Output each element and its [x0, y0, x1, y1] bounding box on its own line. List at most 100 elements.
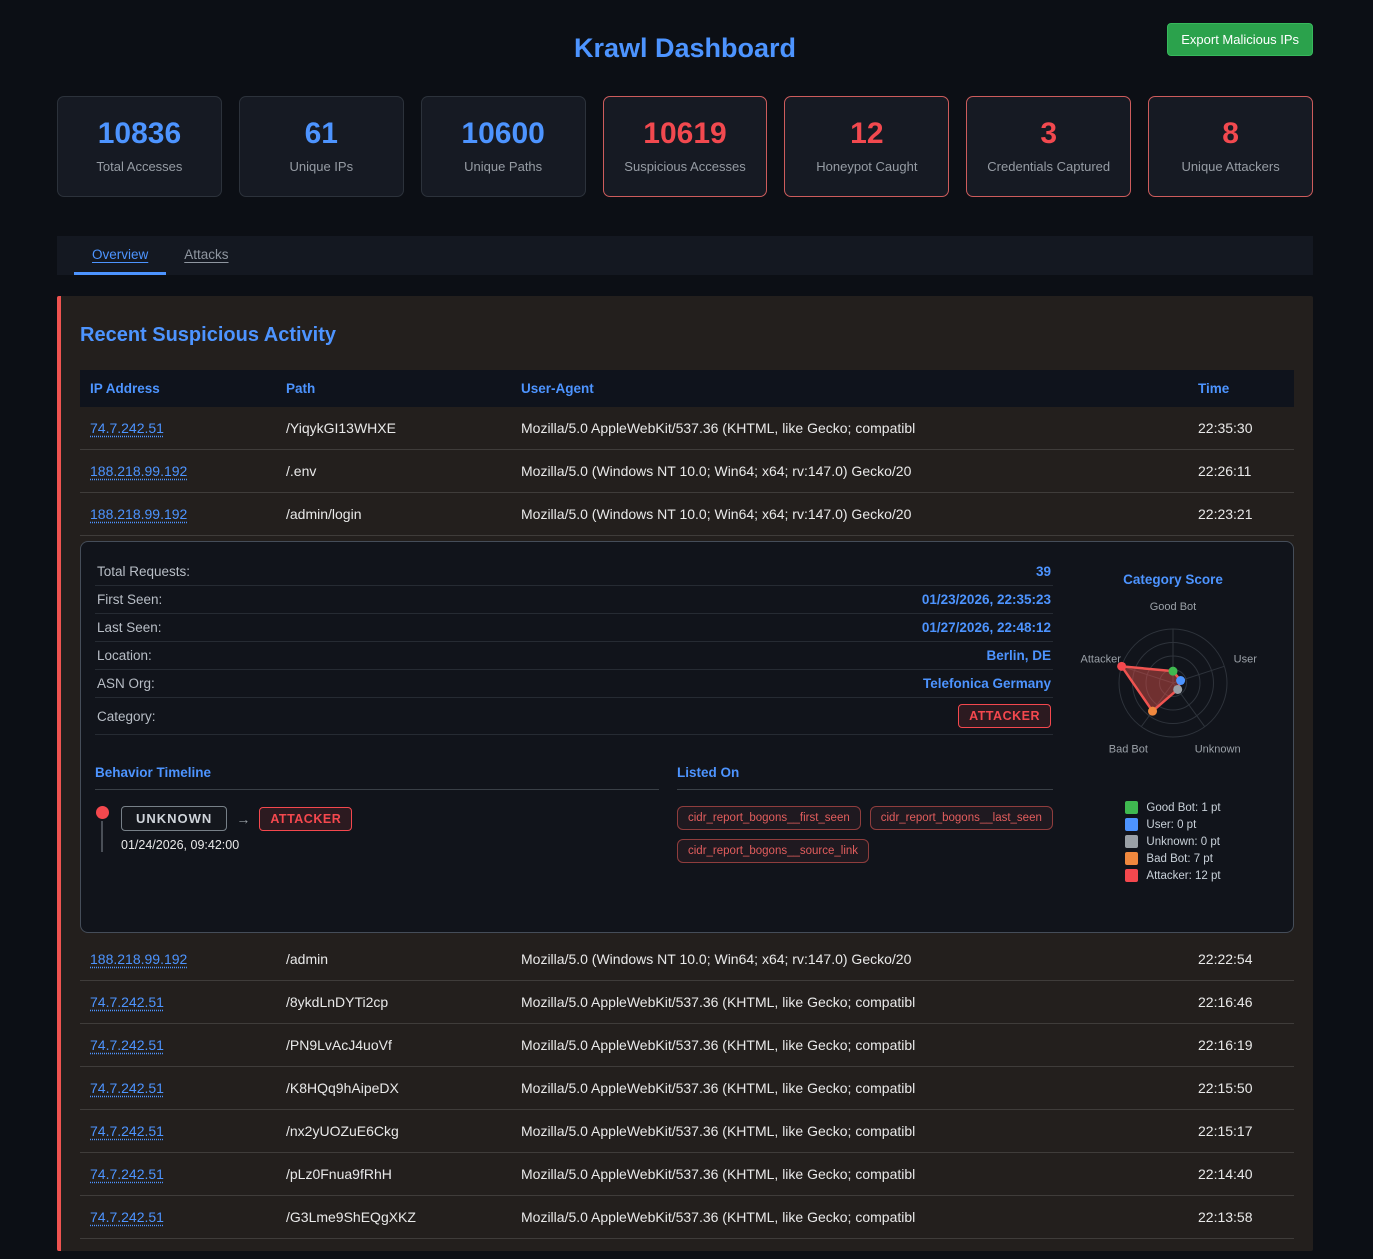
radar-data-point-good-bot	[1169, 667, 1178, 676]
tab-attacks[interactable]: Attacks	[166, 236, 246, 275]
ip-cell: 188.218.99.192	[80, 938, 276, 980]
ip-link[interactable]: 74.7.242.51	[90, 420, 164, 436]
category-score-radar-chart: Good BotUserUnknownBad BotAttacker	[1067, 591, 1279, 766]
radar-axis-label: User	[1234, 654, 1258, 666]
table-row[interactable]: 74.7.242.51/K8HQq9hAipeDXMozilla/5.0 App…	[80, 1067, 1294, 1110]
table-row[interactable]: 74.7.242.51/G3Lme9ShEQgXKZMozilla/5.0 Ap…	[80, 1196, 1294, 1239]
table-row[interactable]: 188.218.99.192/adminMozilla/5.0 (Windows…	[80, 938, 1294, 981]
listed-on-title: Listed On	[677, 765, 1053, 790]
radar-data-point-attacker	[1117, 662, 1126, 671]
ip-cell: 74.7.242.51	[80, 1067, 276, 1109]
field-value: 01/23/2026, 22:35:23	[922, 592, 1051, 607]
from-category-badge: UNKNOWN	[121, 806, 227, 831]
user-agent-cell: Mozilla/5.0 AppleWebKit/537.36 (KHTML, l…	[511, 1110, 1188, 1152]
time-cell: 22:35:30	[1188, 407, 1294, 449]
table-row[interactable]: 74.7.242.51/pLz0Fnua9fRhHMozilla/5.0 App…	[80, 1153, 1294, 1196]
activity-table: IP AddressPathUser-AgentTime 74.7.242.51…	[80, 370, 1294, 1239]
tab-bar: Overview Attacks	[57, 236, 1313, 275]
app-header: Krawl Dashboard Export Malicious IPs	[57, 0, 1313, 96]
ip-link[interactable]: 74.7.242.51	[90, 1166, 164, 1182]
legend-swatch-icon	[1125, 835, 1138, 848]
path-cell: /admin	[276, 938, 511, 980]
stat-card-unique-paths: 10600Unique Paths	[421, 96, 586, 197]
field-value: Berlin, DE	[986, 648, 1051, 663]
user-agent-cell: Mozilla/5.0 AppleWebKit/537.36 (KHTML, l…	[511, 1067, 1188, 1109]
ip-link[interactable]: 188.218.99.192	[90, 506, 187, 522]
arrow-right-icon: →	[236, 811, 250, 827]
tab-label: Overview	[92, 247, 148, 262]
recent-activity-panel: Recent Suspicious Activity IP AddressPat…	[57, 296, 1313, 1251]
field-label: ASN Org:	[97, 676, 155, 691]
radar-axis-label: Unknown	[1195, 743, 1241, 755]
ip-cell: 74.7.242.51	[80, 1153, 276, 1195]
export-malicious-ips-button[interactable]: Export Malicious IPs	[1167, 23, 1313, 56]
stat-label: Total Accesses	[96, 159, 182, 174]
listed-on-section: Listed On cidr_report_bogons__first_seen…	[677, 765, 1053, 863]
stat-card-suspicious-accesses: 10619Suspicious Accesses	[603, 96, 768, 197]
legend-label: User: 0 pt	[1146, 819, 1196, 831]
legend-item: Bad Bot: 7 pt	[1125, 852, 1220, 865]
ip-link[interactable]: 188.218.99.192	[90, 463, 187, 479]
ip-link[interactable]: 74.7.242.51	[90, 1080, 164, 1096]
table-row[interactable]: 74.7.242.51/nx2yUOZuE6CkgMozilla/5.0 App…	[80, 1110, 1294, 1153]
legend-label: Unknown: 0 pt	[1146, 836, 1220, 848]
time-cell: 22:16:19	[1188, 1024, 1294, 1066]
radar-axis-label: Attacker	[1081, 654, 1122, 666]
timeline-item: UNKNOWN → ATTACKER 01/24/2026, 09:42:00	[95, 806, 659, 852]
detail-field-asn-org: ASN Org:Telefonica Germany	[95, 670, 1053, 698]
radar-axis-label: Good Bot	[1150, 601, 1196, 613]
ip-detail-panel: Total Requests:39 First Seen: 01/23/2026, …	[80, 541, 1294, 933]
stat-label: Honeypot Caught	[816, 159, 917, 174]
table-header-row: IP AddressPathUser-AgentTime	[80, 370, 1294, 407]
detail-field-location: Location:Berlin, DE	[95, 642, 1053, 670]
ip-link[interactable]: 188.218.99.192	[90, 951, 187, 967]
path-cell: /admin/login	[276, 493, 511, 535]
ip-link[interactable]: 74.7.242.51	[90, 994, 164, 1010]
legend-label: Good Bot: 1 pt	[1146, 802, 1220, 814]
path-cell: /PN9LvAcJ4uoVf	[276, 1024, 511, 1066]
ip-cell: 188.218.99.192	[80, 493, 276, 535]
blocklist-badge: cidr_report_bogons__source_link	[677, 839, 869, 863]
category-badge: ATTACKER	[958, 704, 1051, 728]
stat-value: 8	[1222, 119, 1239, 149]
blocklist-badge: cidr_report_bogons__first_seen	[677, 806, 861, 830]
dashboard-root: Krawl Dashboard Export Malicious IPs 108…	[0, 0, 1373, 1251]
field-value: 01/27/2026, 22:48:12	[922, 620, 1051, 635]
stat-label: Suspicious Accesses	[624, 159, 745, 174]
user-agent-cell: Mozilla/5.0 (Windows NT 10.0; Win64; x64…	[511, 450, 1188, 492]
field-label: First Seen:	[97, 592, 162, 607]
table-row[interactable]: 74.7.242.51/8ykdLnDYTi2cpMozilla/5.0 App…	[80, 981, 1294, 1024]
tab-overview[interactable]: Overview	[74, 236, 166, 275]
legend-swatch-icon	[1125, 869, 1138, 882]
ip-detail-fields: Total Requests:39 First Seen: 01/23/2026, …	[95, 558, 1053, 698]
behavior-timeline-title: Behavior Timeline	[95, 765, 659, 790]
table-row[interactable]: 188.218.99.192/admin/loginMozilla/5.0 (W…	[80, 493, 1294, 536]
ip-cell: 74.7.242.51	[80, 1196, 276, 1238]
stat-value: 3	[1040, 119, 1057, 149]
ip-link[interactable]: 74.7.242.51	[90, 1037, 164, 1053]
ip-link[interactable]: 74.7.242.51	[90, 1123, 164, 1139]
table-row[interactable]: 188.218.99.192/.envMozilla/5.0 (Windows …	[80, 450, 1294, 493]
table-row[interactable]: 74.7.242.51/PN9LvAcJ4uoVfMozilla/5.0 App…	[80, 1024, 1294, 1067]
stat-card-total-accesses: 10836 Total Accesses	[57, 96, 222, 197]
path-cell: /8ykdLnDYTi2cp	[276, 981, 511, 1023]
table-row[interactable]: 74.7.242.51/YiqykGI13WHXEMozilla/5.0 App…	[80, 407, 1294, 450]
stat-value: 12	[850, 119, 883, 149]
legend-item: Attacker: 12 pt	[1125, 869, 1220, 882]
stat-label: Unique IPs	[289, 159, 353, 174]
to-category-badge: ATTACKER	[259, 807, 352, 831]
ip-cell: 188.218.99.192	[80, 450, 276, 492]
stat-value: 10836	[98, 119, 181, 149]
path-cell: /pLz0Fnua9fRhH	[276, 1153, 511, 1195]
column-header-time: Time	[1188, 370, 1294, 407]
timeline-dot-icon	[96, 806, 109, 819]
legend-label: Attacker: 12 pt	[1146, 870, 1220, 882]
user-agent-cell: Mozilla/5.0 AppleWebKit/537.36 (KHTML, l…	[511, 1153, 1188, 1195]
legend-item: Unknown: 0 pt	[1125, 835, 1220, 848]
field-value: 39	[1036, 564, 1051, 579]
detail-field-total-requests: Total Requests:39	[95, 558, 1053, 586]
stats-row: 10836Total Accesses61Unique IPs10600Uniq…	[57, 96, 1313, 197]
ip-link[interactable]: 74.7.242.51	[90, 1209, 164, 1225]
ip-cell: 74.7.242.51	[80, 1024, 276, 1066]
blocklist-badge: cidr_report_bogons__last_seen	[870, 806, 1053, 830]
